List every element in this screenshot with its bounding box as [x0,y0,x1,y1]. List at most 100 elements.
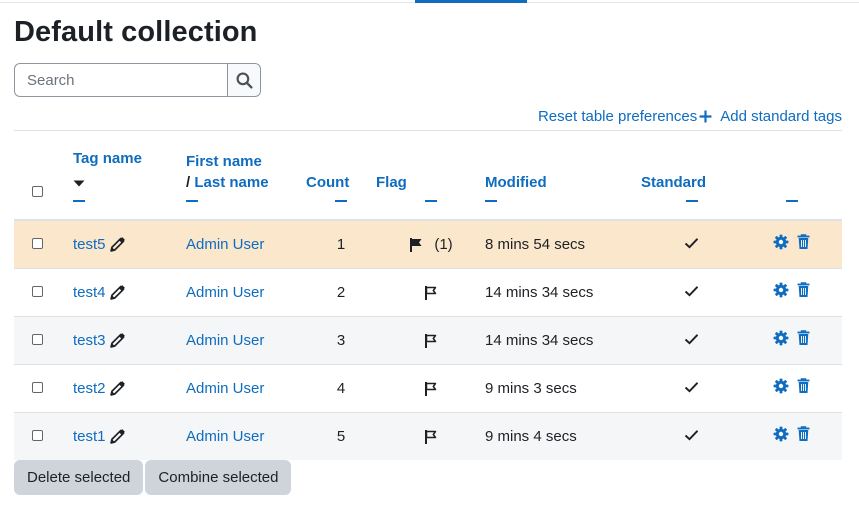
row-checkbox[interactable] [32,237,43,249]
delete-selected-button[interactable]: Delete selected [14,460,144,495]
tag-name-link[interactable]: test2 [73,380,106,397]
flag-cell: (1) [376,220,485,268]
user-link[interactable]: Admin User [186,284,264,301]
pencil-icon[interactable] [109,236,126,253]
actions-cell [742,411,842,460]
actions-cell [742,267,842,316]
collapse-column-tag-name[interactable] [73,200,85,202]
flag-icon[interactable] [423,333,439,349]
tag-name-link[interactable]: test5 [73,236,106,253]
flag-cell [376,267,485,316]
trash-icon[interactable] [796,378,811,394]
check-icon [684,381,699,393]
gear-icon[interactable] [773,378,789,394]
pencil-icon[interactable] [109,380,126,397]
tag-name-cell: test4 [73,267,186,316]
top-nav-bar [0,0,859,3]
collapse-column-count[interactable] [335,200,347,202]
tag-name-link[interactable]: test1 [73,428,106,445]
combine-selected-button[interactable]: Combine selected [145,460,292,495]
collapse-column-name[interactable] [186,200,198,202]
standard-cell [641,220,742,268]
reset-table-preferences-link[interactable]: Reset table preferences [538,108,697,125]
table-row: test1 Admin User 5 9 mins 4 secs [14,411,842,460]
search-button[interactable] [227,64,260,96]
standard-cell [641,315,742,364]
sort-standard-link[interactable]: Standard [641,174,706,191]
active-tab-indicator [415,0,527,3]
gear-icon[interactable] [773,234,789,250]
collapse-column-actions[interactable] [786,200,798,202]
trash-icon[interactable] [796,426,811,442]
header-tag-name: Tag name [73,131,186,221]
count-cell: 3 [306,315,376,364]
row-checkbox[interactable] [32,333,43,345]
tag-name-cell: test5 [73,220,186,268]
add-standard-tags-link[interactable]: Add standard tags [720,108,842,125]
select-all-checkbox[interactable] [32,186,43,197]
sort-count-link[interactable]: Count [306,174,349,191]
header-count: Count [306,131,376,221]
tag-name-cell: test1 [73,411,186,460]
table-links: Reset table preferences Add standard tag… [538,108,842,125]
header-standard: Standard [641,131,742,221]
table-row: test5 Admin User 1 (1) 8 mins 54 secs [14,220,842,268]
gear-icon[interactable] [773,426,789,442]
table-header-row: Tag name First name / Last name Count Fl… [14,131,842,221]
row-checkbox[interactable] [32,285,43,297]
tag-name-cell: test3 [73,315,186,364]
user-cell: Admin User [186,411,306,460]
tag-name-link[interactable]: test4 [73,284,106,301]
search-input[interactable] [15,64,227,96]
pencil-icon[interactable] [109,428,126,445]
row-select-cell [14,363,73,412]
actions-cell [742,363,842,412]
tags-table: Tag name First name / Last name Count Fl… [14,131,842,460]
modified-cell: 14 mins 34 secs [485,267,641,316]
flag-icon[interactable] [423,285,439,301]
sort-last-name-link[interactable]: Last name [194,174,268,191]
user-link[interactable]: Admin User [186,236,264,253]
sort-flag-link[interactable]: Flag [376,174,407,191]
check-icon [684,429,699,441]
row-checkbox[interactable] [32,381,43,393]
table-row: test3 Admin User 3 14 mins 34 secs [14,315,842,364]
sort-modified-link[interactable]: Modified [485,174,547,191]
gear-icon[interactable] [773,282,789,298]
pencil-icon[interactable] [109,284,126,301]
user-link[interactable]: Admin User [186,380,264,397]
collapse-column-flag[interactable] [424,200,437,202]
tag-name-link[interactable]: test3 [73,332,106,349]
table-row: test4 Admin User 2 14 mins 34 secs [14,267,842,316]
header-first-last-name: First name / Last name [186,131,306,221]
header-modified: Modified [485,131,641,221]
user-link[interactable]: Admin User [186,428,264,445]
actions-cell [742,220,842,268]
collapse-column-standard[interactable] [685,200,698,202]
tag-name-cell: test2 [73,363,186,412]
flag-icon[interactable] [408,237,424,253]
user-cell: Admin User [186,363,306,412]
check-icon [684,237,699,249]
header-actions [742,131,842,221]
actions-cell [742,315,842,364]
count-cell: 1 [306,220,376,268]
gear-icon[interactable] [773,330,789,346]
row-select-cell [14,315,73,364]
flag-cell [376,363,485,412]
user-link[interactable]: Admin User [186,332,264,349]
user-cell: Admin User [186,315,306,364]
flag-icon[interactable] [423,429,439,445]
check-icon [684,285,699,297]
modified-cell: 9 mins 4 secs [485,411,641,460]
sort-first-name-link[interactable]: First name [186,153,262,170]
sort-tag-name-link[interactable]: Tag name [73,150,142,167]
search-icon [236,72,253,89]
collapse-column-modified[interactable] [485,200,497,202]
trash-icon[interactable] [796,234,811,250]
trash-icon[interactable] [796,282,811,298]
flag-icon[interactable] [423,381,439,397]
trash-icon[interactable] [796,330,811,346]
pencil-icon[interactable] [109,332,126,349]
row-checkbox[interactable] [32,429,43,441]
